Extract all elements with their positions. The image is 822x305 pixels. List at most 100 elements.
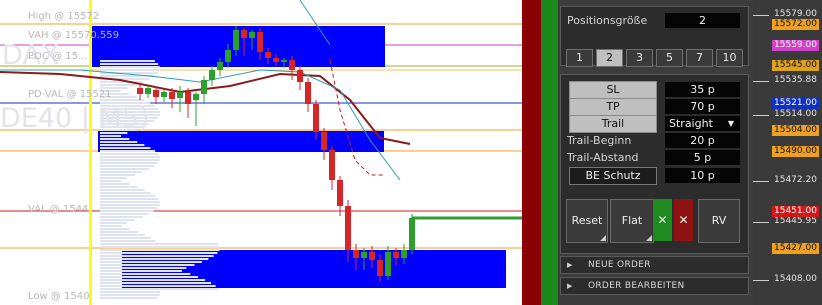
- volume-profile-bar: [100, 294, 160, 296]
- price-label: 15445.95: [774, 216, 817, 226]
- size-option-5[interactable]: 5: [656, 49, 683, 67]
- sl-value[interactable]: 35 p: [665, 82, 740, 97]
- price-tag-pd-val: 15521.00: [772, 98, 819, 109]
- candle-body: [145, 88, 151, 94]
- price-tick: [753, 181, 769, 182]
- edit-order-section[interactable]: ▶ ORDER BEARBEITEN: [560, 277, 749, 295]
- candle-body: [393, 252, 399, 258]
- volume-profile-bar: [100, 258, 209, 260]
- candle-body: [177, 92, 183, 98]
- volume-profile-bar: [100, 264, 195, 266]
- sl-button[interactable]: SL: [569, 81, 657, 99]
- be-protection-value[interactable]: 10 p: [665, 168, 740, 183]
- signal-strip-red: [522, 0, 541, 305]
- candle-body: [329, 150, 335, 180]
- poc-level-label: POC @ 15...: [28, 51, 88, 62]
- trail-button[interactable]: Trail: [569, 115, 657, 133]
- candle-body: [401, 250, 407, 258]
- be-protection-button[interactable]: BE Schutz: [569, 167, 657, 185]
- tp-value[interactable]: 70 p: [665, 99, 740, 114]
- position-size-value[interactable]: 2: [665, 13, 740, 28]
- candle-body: [153, 90, 159, 97]
- stop-line: [329, 59, 385, 176]
- price-tag-level: 15504.00: [772, 125, 819, 136]
- volume-profile-bar: [100, 171, 143, 173]
- vah-level-label: VAH @ 15570.559: [28, 30, 119, 41]
- reset-label: Reset: [571, 214, 603, 227]
- tp-button[interactable]: TP: [569, 98, 657, 116]
- price-tick: [753, 280, 769, 281]
- candle-body: [137, 88, 143, 94]
- size-option-2[interactable]: 2: [596, 49, 623, 67]
- volume-profile-bar: [100, 201, 160, 203]
- price-label: 15535.88: [774, 75, 817, 85]
- close-icon: ✕: [657, 213, 668, 227]
- price-tick: [753, 115, 769, 116]
- size-option-10[interactable]: 10: [716, 49, 743, 67]
- volume-profile-bar: [100, 69, 160, 71]
- candle-body: [297, 70, 303, 82]
- price-tick: [753, 81, 769, 82]
- price-tick: [753, 15, 769, 16]
- chevron-down-icon: ▼: [727, 119, 734, 128]
- candle-body: [345, 206, 351, 250]
- size-option-3[interactable]: 3: [626, 49, 653, 67]
- volume-profile-bar: [100, 252, 218, 254]
- volume-profile-bar: [100, 150, 156, 152]
- candle-body: [281, 60, 287, 62]
- corner-menu-icon: [600, 235, 606, 241]
- position-size-label: Positionsgröße: [567, 14, 648, 27]
- price-tag-vah: 15559.00: [772, 40, 819, 51]
- volume-profile-bar: [100, 141, 138, 143]
- volume-profile-bar: [100, 240, 156, 242]
- corner-menu-icon: [646, 235, 652, 241]
- price-label: 15472.20: [774, 175, 817, 185]
- size-option-1[interactable]: 1: [566, 49, 593, 67]
- reset-button[interactable]: Reset: [566, 199, 608, 243]
- signal-strip-green: [541, 0, 558, 305]
- volume-profile-bar: [100, 159, 160, 161]
- volume-profile-bar: [100, 291, 160, 293]
- candle-body: [385, 252, 391, 276]
- volume-profile-bar: [100, 186, 138, 188]
- volume-profile-bar: [100, 288, 219, 290]
- trail-mode-select[interactable]: Straight ▼: [665, 116, 740, 131]
- price-tag-poc: 15545.00: [772, 60, 819, 71]
- candle-body: [313, 104, 319, 132]
- reverse-button[interactable]: RV: [698, 199, 740, 243]
- caret-right-icon: ▶: [567, 261, 573, 269]
- price-tag-level: 15427.00: [772, 243, 819, 254]
- price-tick: [753, 222, 769, 223]
- candle-body: [225, 50, 231, 62]
- volume-profile-bar: [100, 177, 128, 179]
- candle-body: [289, 60, 295, 70]
- volume-profile-bar: [100, 285, 216, 287]
- high-level-label: High @ 15572: [28, 11, 100, 22]
- candle-body: [337, 180, 343, 206]
- chart-canvas[interactable]: [0, 0, 522, 305]
- volume-profile-bar: [100, 255, 214, 257]
- order-panel: Positionsgröße 2 1 2 3 5 7 10 SL 35 p TP…: [558, 0, 753, 305]
- trail-start-value[interactable]: 20 p: [665, 133, 740, 148]
- volume-profile-bar: [100, 222, 127, 224]
- candle-body: [321, 132, 327, 150]
- rv-label: RV: [711, 214, 727, 227]
- volume-profile-bar: [100, 147, 151, 149]
- close-long-button[interactable]: ✕: [653, 199, 672, 241]
- candle-body: [377, 260, 383, 276]
- price-chart[interactable]: DAX DE40 | M5) High @ 15572 VAH @ 15570.…: [0, 0, 522, 305]
- close-short-button[interactable]: ✕: [674, 199, 693, 241]
- trail-mode-value: Straight: [669, 117, 713, 130]
- trail-distance-value[interactable]: 5 p: [665, 150, 740, 165]
- caret-right-icon: ▶: [567, 282, 573, 290]
- candle-body: [233, 30, 239, 50]
- candle-body: [361, 252, 367, 258]
- volume-profile-bar: [100, 153, 159, 155]
- candle-body: [209, 70, 215, 80]
- size-option-7[interactable]: 7: [686, 49, 713, 67]
- flat-button[interactable]: Flat: [610, 199, 654, 243]
- price-scale[interactable]: 15579.00 15535.88 15514.00 15472.20 1544…: [753, 0, 822, 305]
- volume-profile-bar: [100, 225, 122, 227]
- new-order-section[interactable]: ▶ NEUE ORDER: [560, 256, 749, 274]
- volume-profile-bar: [100, 174, 136, 176]
